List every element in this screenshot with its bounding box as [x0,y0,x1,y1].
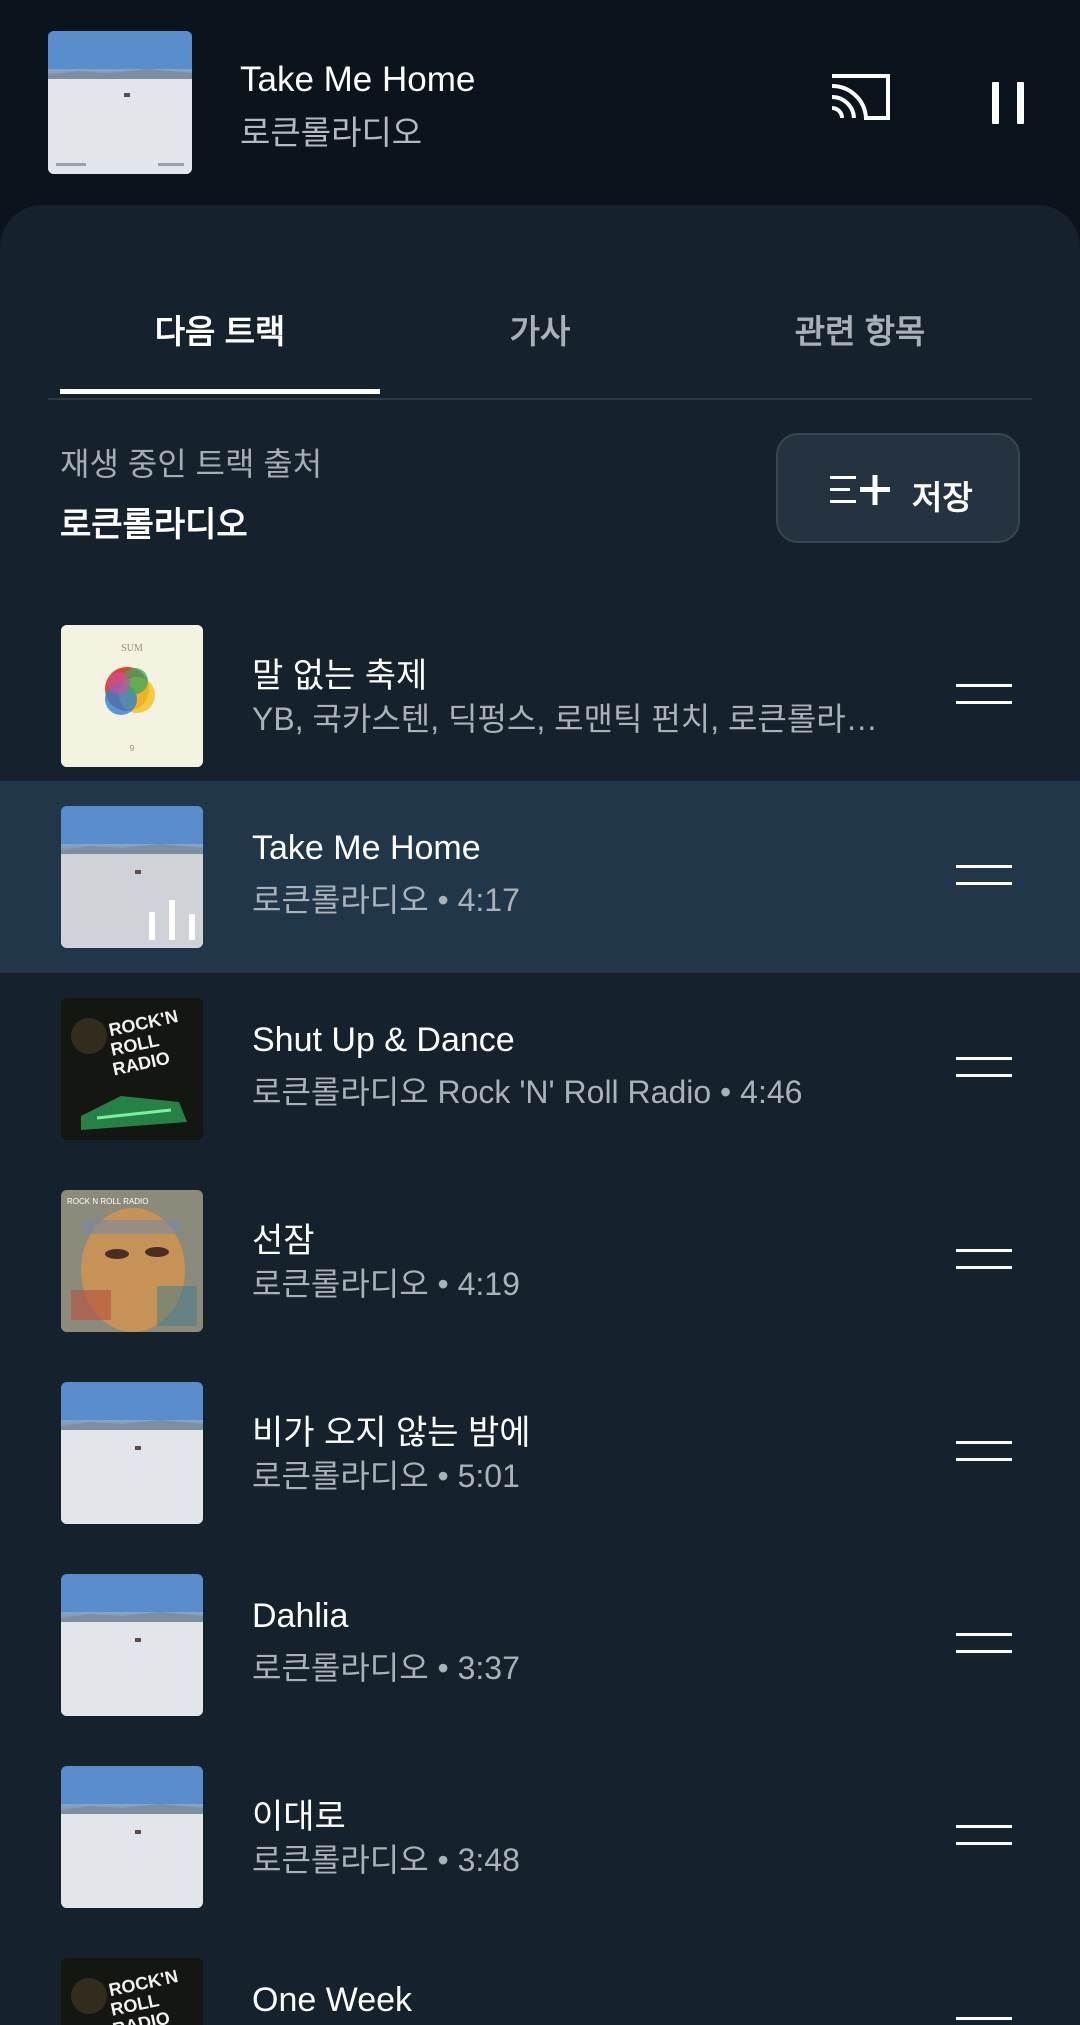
queue-track[interactable]: 비가 오지 않는 밤에 로큰롤라디오 • 5:01 [0,1357,1080,1549]
album-art: ROCK'N ROLL RADIO [61,998,203,1140]
now-playing-title[interactable]: Take Me Home [240,60,475,100]
queue-track[interactable]: ROCK N ROLL RADIO 선잠 로큰롤라디오 • 4:19 [0,1165,1080,1357]
track-title: 선잠 [252,1222,315,1260]
queue-source-label: 재생 중인 트랙 출처 [60,446,323,482]
drag-handle-icon[interactable] [956,865,1012,887]
album-art [61,806,203,948]
queue-track-playing[interactable]: Take Me Home 로큰롤라디오 • 4:17 [0,781,1080,973]
track-subtitle: 로큰롤라디오 • 4:17 [252,882,520,918]
track-subtitle: 로큰롤라디오 • 3:37 [252,1650,520,1686]
tab-up-next[interactable]: 다음 트랙 [60,305,380,353]
album-art: SUM 9 [61,625,203,767]
drag-handle-icon[interactable] [956,1057,1012,1079]
drag-handle-icon[interactable] [956,1249,1012,1271]
track-title: 이대로 [252,1798,346,1836]
track-subtitle: YB, 국카스텐, 딕펑스, 로맨틱 펀치, 로큰롤라디오, 게이트플라워즈 [252,701,902,737]
track-title: Dahlia [252,1597,349,1635]
tab-bar: 다음 트랙 가사 관련 항목 [48,205,1032,400]
save-button[interactable]: 저장 [776,433,1020,543]
track-subtitle: 로큰롤라디오 Rock 'N' Roll Radio • 4:46 [252,1074,803,1110]
tab-lyrics[interactable]: 가사 [380,305,700,353]
mini-player[interactable]: Take Me Home 로큰롤라디오 [0,0,1080,205]
track-subtitle: 로큰롤라디오 • 3:48 [252,1842,520,1878]
queue-track[interactable]: ROCK'N ROLL RADIO One Week [0,1933,1080,2025]
drag-handle-icon[interactable] [956,684,1012,706]
track-title: 비가 오지 않는 밤에 [252,1414,531,1452]
track-title: Take Me Home [252,829,481,867]
queue-track[interactable]: ROCK'N ROLL RADIO Shut Up & Dance 로큰롤라디오… [0,973,1080,1165]
cast-icon[interactable] [826,72,896,132]
album-art [61,1382,203,1524]
tab-divider [48,398,1032,400]
drag-handle-icon[interactable] [956,1825,1012,1847]
now-playing-album-art [48,31,192,174]
active-tab-indicator [60,389,380,394]
track-title: Shut Up & Dance [252,1021,515,1059]
track-subtitle: 로큰롤라디오 • 4:19 [252,1266,520,1302]
track-subtitle: 로큰롤라디오 • 5:01 [252,1458,520,1494]
album-art [61,1574,203,1716]
save-label: 저장 [912,479,973,516]
album-art: ROCK'N ROLL RADIO [61,1958,203,2025]
track-title: One Week [252,1981,413,2019]
album-art [61,1766,203,1908]
svg-text:9: 9 [130,744,135,753]
pause-icon[interactable] [982,78,1034,130]
playlist-add-icon [830,475,890,505]
album-art: ROCK N ROLL RADIO [61,1190,203,1332]
queue-sheet: 다음 트랙 가사 관련 항목 재생 중인 트랙 출처 로큰롤라디오 저장 SUM [0,205,1080,2025]
now-playing-artist[interactable]: 로큰롤라디오 [240,106,422,154]
drag-handle-icon[interactable] [956,1441,1012,1463]
queue-track[interactable]: Dahlia 로큰롤라디오 • 3:37 [0,1549,1080,1741]
svg-text:ROCK N ROLL RADIO: ROCK N ROLL RADIO [67,1197,149,1206]
drag-handle-icon[interactable] [956,2017,1012,2025]
svg-text:SUM: SUM [121,643,143,654]
queue-track[interactable]: SUM 9 말 없는 축제 YB, 국카스텐, 딕펑스, 로맨틱 펀치, 로큰롤… [0,600,1080,792]
now-playing-equalizer-icon [149,898,197,940]
drag-handle-icon[interactable] [956,1633,1012,1655]
queue-track[interactable]: 이대로 로큰롤라디오 • 3:48 [0,1741,1080,1933]
queue-source-name: 로큰롤라디오 [60,506,248,544]
track-title: 말 없는 축제 [252,657,428,695]
tab-related[interactable]: 관련 항목 [700,305,1020,353]
